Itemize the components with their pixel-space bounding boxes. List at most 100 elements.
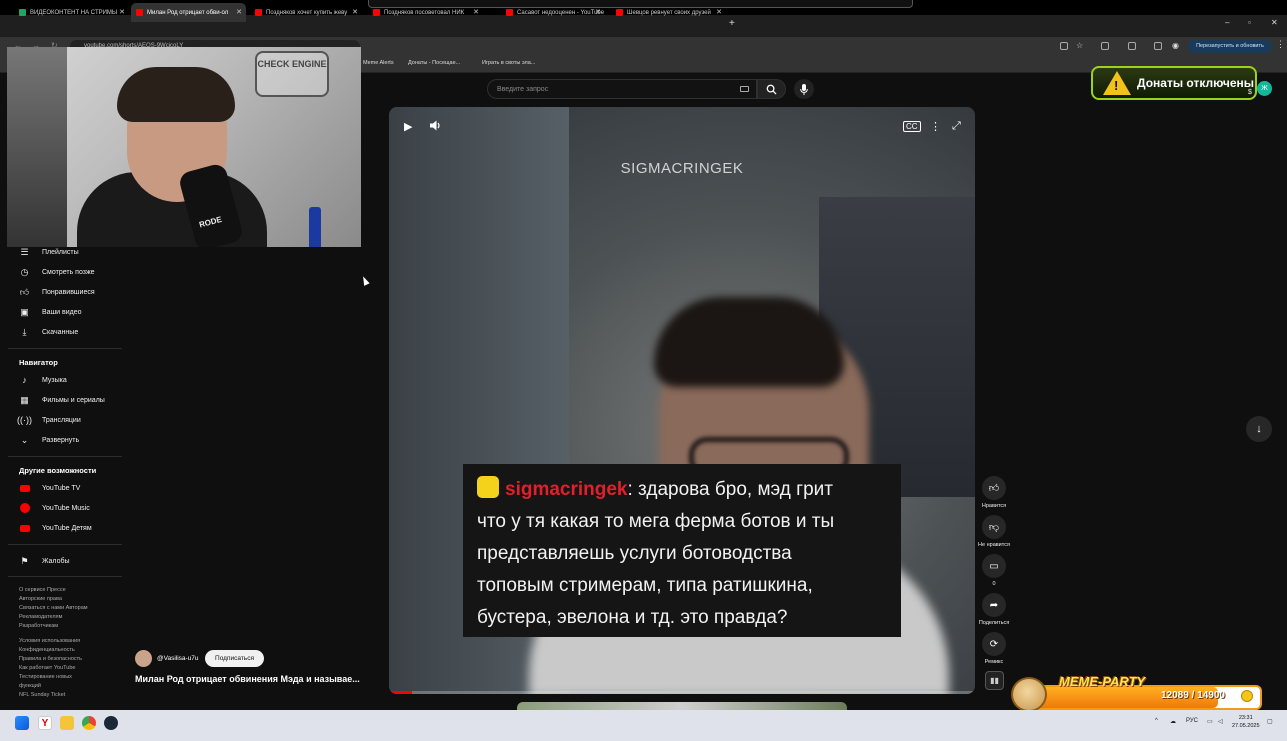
close-icon[interactable]: ✕ — [119, 8, 125, 16]
tab-search-icon[interactable] — [1154, 42, 1162, 50]
sidebar-item-watch-later[interactable]: ◷ Смотреть позже — [19, 265, 95, 279]
warning-icon: ! — [1103, 71, 1131, 95]
next-short-thumbnail[interactable] — [517, 702, 847, 710]
comment-icon: ▭ — [982, 554, 1006, 578]
system-clock[interactable]: 23:31 27.05.2025 — [1232, 714, 1260, 730]
comments-count: 0 — [992, 581, 996, 587]
live-icon: ((·)) — [17, 415, 32, 425]
sidebar-item-your-videos[interactable]: ▣ Ваши видео — [19, 305, 81, 319]
close-icon[interactable]: ✕ — [236, 8, 242, 16]
youtube-icon — [506, 9, 513, 16]
chrome-icon[interactable] — [82, 716, 96, 730]
close-window-button[interactable]: ✕ — [1271, 18, 1278, 27]
close-icon[interactable]: ✕ — [716, 8, 722, 16]
windows-start-icon[interactable] — [15, 716, 29, 730]
play-icon[interactable]: ▶ — [404, 120, 412, 133]
keyboard-icon[interactable] — [740, 86, 749, 92]
chat-message-overlay: sigmacringek: здарова бро, мэд грит что … — [463, 464, 901, 637]
chat-line: бустера, эвелона и тд. это правда? — [477, 607, 788, 628]
minimize-button[interactable]: – — [1225, 18, 1229, 27]
divider — [8, 456, 122, 457]
notifications-icon[interactable]: ▢ — [1267, 718, 1273, 725]
channel-avatar[interactable] — [135, 650, 152, 667]
tab-5[interactable]: Сасавот недооценен - YouTube ✕ — [501, 3, 605, 22]
sidebar-icon[interactable] — [1128, 42, 1136, 50]
sidebar-item-youtube-tv[interactable]: YouTube TV — [19, 481, 80, 495]
sidebar-item-playlists[interactable]: ☰ Плейлисты — [19, 245, 78, 259]
youtube-icon — [136, 9, 143, 16]
language-indicator[interactable]: РУС — [1186, 718, 1198, 724]
dislike-button[interactable]: 👎︎ — [982, 515, 1006, 539]
tab-6[interactable]: Шевцов ревнует своих друзей ✕ — [611, 3, 726, 22]
donation-service-badge: Ж — [1257, 81, 1272, 96]
chevron-up-icon[interactable]: ^ — [1155, 718, 1158, 724]
youtube-icon — [616, 9, 623, 16]
divider — [8, 348, 122, 349]
youtube-icon — [255, 9, 262, 16]
remix-label: Ремикс — [984, 659, 1004, 665]
youtube-music-icon — [19, 503, 30, 513]
menu-icon[interactable]: ⋮ — [1276, 39, 1285, 50]
sidebar-item-live[interactable]: ((·)) Трансляции — [17, 413, 81, 427]
cloud-icon[interactable]: ☁ — [1170, 718, 1176, 725]
steam-icon[interactable] — [104, 716, 118, 730]
like-button[interactable]: 👍︎ — [982, 476, 1006, 500]
bookmark-1[interactable]: Meme Alerts — [363, 60, 394, 66]
bookmark-2[interactable]: Донаты - Посещае... — [408, 60, 460, 66]
tab-2[interactable]: Милан Род отрицает обви-ол ✕ — [131, 3, 246, 22]
file-explorer-icon[interactable] — [60, 716, 74, 730]
webcam-overlay: CHECK ENGINE RODE — [7, 47, 361, 247]
youtube-kids-icon — [19, 524, 30, 532]
sidebar-item-report[interactable]: ⚑ Жалобы — [19, 554, 69, 568]
sidebar-item-music[interactable]: ♪ Музыка — [19, 373, 67, 387]
fullscreen-icon[interactable]: ⤢ — [952, 120, 961, 133]
close-icon[interactable]: ✕ — [473, 8, 479, 16]
more-options-icon[interactable]: ⋮ — [930, 120, 941, 133]
tab-1[interactable]: ВИДЕОКОНТЕНТ НА СТРИМЫ ✕ — [14, 3, 129, 22]
tab-3[interactable]: Поздняков хочет купить жеву ✕ — [250, 3, 362, 22]
sidebar-item-youtube-kids[interactable]: YouTube Детям — [19, 521, 92, 535]
captions-icon[interactable]: CC — [903, 121, 921, 132]
cast-icon[interactable] — [1060, 42, 1068, 50]
extensions-icon[interactable] — [1101, 42, 1109, 50]
volume-icon[interactable] — [430, 120, 442, 134]
search-input[interactable]: Введите запрос — [487, 79, 757, 99]
profile-icon[interactable]: ◉ — [1172, 41, 1179, 50]
speaker-icon[interactable]: ◁ — [1218, 718, 1223, 725]
chat-line: что у тя какая то мега ферма ботов и ты — [477, 511, 835, 532]
sidebar-item-liked[interactable]: 👍︎ Понравившиеся — [19, 285, 95, 299]
star-icon[interactable]: ☆ — [1076, 41, 1083, 50]
video-title[interactable]: Милан Род отрицает обвинения Мэда и назы… — [135, 674, 360, 684]
new-tab-button[interactable]: + — [729, 18, 735, 29]
tab-4[interactable]: Поздняков посоветовал НИК ✕ — [368, 3, 483, 22]
share-button[interactable]: ➦ — [982, 593, 1006, 617]
sidebar-item-youtube-music[interactable]: YouTube Music — [19, 501, 90, 515]
restart-button[interactable]: Перезапустить и обновить — [1188, 40, 1272, 53]
next-video-button[interactable]: ↓ — [1246, 416, 1272, 442]
maximize-button[interactable]: ▫ — [1248, 18, 1251, 27]
search-button[interactable] — [757, 79, 786, 99]
youtube-icon — [373, 9, 380, 16]
remix-button[interactable]: ⟳ — [982, 632, 1006, 656]
donations-disabled-banner: ! Донаты отключены — [1091, 66, 1257, 100]
smiley-emote-icon — [477, 476, 499, 498]
sidebar-item-films[interactable]: ▦ Фильмы и сериалы — [19, 393, 105, 407]
coin-icon — [1241, 690, 1253, 702]
meme-party-count: 12089 / 14900 — [1161, 690, 1225, 701]
network-icon[interactable]: ▭ — [1207, 718, 1213, 725]
channel-name[interactable]: @Vasilisa-u7u — [157, 655, 199, 662]
close-icon[interactable]: ✕ — [595, 8, 601, 16]
subscribe-button[interactable]: Подписаться — [205, 650, 264, 667]
sidebar-item-expand[interactable]: ⌄ Развернуть — [19, 433, 79, 447]
comments-button[interactable]: ▭ — [982, 554, 1006, 578]
windows-taskbar — [0, 710, 1287, 741]
close-icon[interactable]: ✕ — [352, 8, 358, 16]
arrow-down-icon: ↓ — [1256, 423, 1262, 435]
sidebar-item-downloads[interactable]: ⤓ Скачанные — [19, 325, 79, 339]
voice-search-button[interactable] — [794, 79, 814, 99]
yandex-browser-icon[interactable]: Y — [38, 716, 52, 730]
audio-wave-icon[interactable]: ▮▮ — [985, 671, 1004, 690]
video-progress-bar[interactable] — [389, 691, 975, 694]
microphone-icon — [800, 83, 808, 95]
bookmark-3[interactable]: Играть в своты эла... — [482, 60, 535, 66]
